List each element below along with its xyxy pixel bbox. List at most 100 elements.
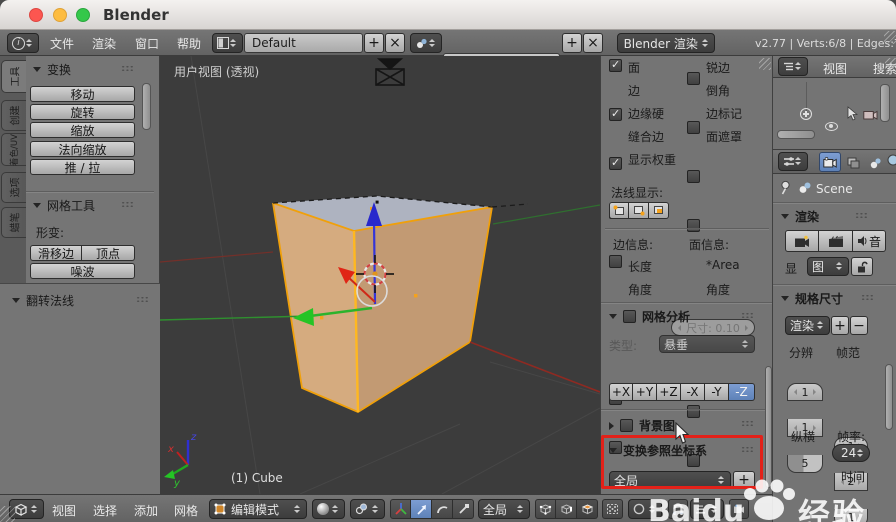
outliner-menu-view[interactable]: 视图	[823, 60, 847, 77]
window-resize-grip[interactable]	[0, 506, 15, 522]
noise-button[interactable]: 噪波	[30, 263, 135, 279]
render-engine-dropdown[interactable]: Blender 渲染	[617, 33, 715, 53]
viewport-3d[interactable]: z x y 用户视图 (透视) (1) Cube	[159, 55, 601, 495]
scale-button[interactable]: 缩放	[30, 122, 135, 138]
properties-scrollbar[interactable]	[885, 364, 893, 430]
tab-render-properties[interactable]	[819, 152, 841, 172]
manipulator-rotate-button[interactable]	[432, 499, 453, 519]
render-still-button[interactable]	[785, 230, 819, 252]
axis-plus-x-button[interactable]: +X	[609, 383, 633, 401]
expand-item-icon[interactable]	[800, 108, 812, 120]
outliner-h-scrollbar[interactable]	[777, 130, 815, 139]
remove-preset-button[interactable]: −	[850, 316, 868, 335]
tab-create[interactable]: 创建	[1, 100, 26, 131]
menu-file[interactable]: 文件	[50, 35, 74, 52]
creases-checkbox[interactable]	[609, 156, 622, 170]
pin-icon[interactable]	[779, 180, 792, 195]
orientation-dropdown[interactable]: 全局	[609, 471, 731, 489]
cube-mesh[interactable]	[272, 195, 529, 414]
add-preset-button[interactable]	[831, 316, 849, 335]
axis-minus-y-button[interactable]: -Y	[705, 383, 729, 401]
close-window-button[interactable]	[29, 8, 43, 22]
add-layout-button[interactable]	[364, 33, 384, 53]
face-select-mode-button[interactable]	[577, 499, 598, 519]
edges-checkbox[interactable]	[609, 107, 622, 121]
selectability-cursor-icon[interactable]	[846, 106, 858, 121]
render-panel-header[interactable]: 渲染	[781, 208, 819, 225]
transform-orientation-panel-header[interactable]: 变换参照坐标系	[609, 442, 707, 459]
minimize-window-button[interactable]	[53, 8, 67, 22]
edge-select-mode-button[interactable]	[556, 499, 577, 519]
tab-tools[interactable]: 工具	[1, 60, 26, 93]
tab-grease-pencil[interactable]: 蜡笔	[1, 207, 26, 238]
editor-type-info-dropdown[interactable]	[7, 33, 39, 53]
mesh-analysis-checkbox[interactable]	[623, 310, 636, 323]
render-opengl-button[interactable]	[729, 499, 749, 519]
flip-normals-panel-header[interactable]: 翻转法线	[12, 292, 74, 309]
panel-drag-dots-icon[interactable]	[741, 446, 754, 453]
camera-object[interactable]	[375, 58, 405, 86]
manipulator-scale-button[interactable]	[453, 499, 474, 519]
outliner-v-scrollbar[interactable]	[880, 84, 890, 122]
delete-layout-button[interactable]	[385, 33, 405, 53]
render-preset-dropdown[interactable]: 渲染	[785, 316, 830, 335]
vertex-normals-toggle[interactable]	[609, 202, 629, 219]
panel-drag-dots-icon[interactable]	[121, 65, 134, 72]
axis-minus-z-button[interactable]: -Z	[729, 383, 755, 401]
rotate-button[interactable]: 旋转	[30, 104, 135, 120]
fps-dropdown[interactable]: 24	[832, 444, 870, 462]
face-normals-toggle[interactable]	[649, 202, 669, 219]
loop-normals-toggle[interactable]	[629, 202, 649, 219]
screen-layout-name-field[interactable]: Default	[244, 33, 363, 53]
frame-step-field[interactable]: 1	[834, 509, 868, 522]
axis-minus-x-button[interactable]: -X	[681, 383, 705, 401]
tab-scene-properties[interactable]	[865, 154, 885, 171]
panel-drag-dots-icon[interactable]	[121, 201, 134, 208]
corner-grip[interactable]	[884, 31, 896, 44]
render-audio-button[interactable]: 音	[853, 230, 886, 252]
background-images-panel-header[interactable]: 背景图	[609, 417, 675, 434]
add-orientation-button[interactable]	[733, 471, 755, 489]
viewport-canvas[interactable]: z x y	[159, 55, 601, 495]
tab-options[interactable]: 选项	[1, 172, 26, 203]
resolution-percent-slider[interactable]: 5	[787, 455, 823, 473]
interaction-mode-dropdown[interactable]: 编辑模式	[209, 499, 307, 519]
lock-interface-button[interactable]	[851, 257, 873, 276]
mesh-menu[interactable]: 网格	[174, 502, 198, 519]
render-display-dropdown[interactable]: 图	[807, 257, 849, 276]
axis-plus-y-button[interactable]: +Y	[633, 383, 657, 401]
delete-scene-button[interactable]	[583, 33, 603, 53]
panel-drag-dots-icon[interactable]	[741, 312, 754, 319]
region-corner-grip[interactable]	[885, 58, 896, 69]
sharp-checkbox[interactable]	[687, 72, 700, 85]
shrink-fatten-button[interactable]: 法向缩放	[30, 141, 135, 157]
scene-dropdown[interactable]	[410, 33, 442, 53]
panel-drag-dots-icon[interactable]	[861, 294, 874, 301]
add-scene-button[interactable]	[562, 33, 582, 53]
region-corner-grip[interactable]	[759, 58, 771, 70]
limit-selection-visible-button[interactable]	[602, 499, 623, 519]
bevel-checkbox[interactable]	[687, 121, 700, 134]
viewport-shading-dropdown[interactable]	[312, 499, 345, 519]
properties-editor-dropdown[interactable]	[778, 152, 808, 171]
manipulator-translate-button[interactable]	[411, 499, 432, 519]
renderability-camera-icon[interactable]	[863, 109, 878, 120]
manipulator-toggle-button[interactable]	[390, 499, 411, 519]
dimensions-panel-header[interactable]: 规格尺寸	[781, 290, 843, 307]
visibility-eye-icon[interactable]	[825, 122, 838, 131]
translate-button[interactable]: 移动	[30, 86, 135, 102]
push-pull-button[interactable]: 推 / 拉	[30, 159, 135, 175]
snap-element-dropdown[interactable]	[690, 499, 724, 519]
analysis-type-dropdown[interactable]: 悬垂	[659, 335, 755, 353]
edge-marks-checkbox[interactable]	[687, 170, 700, 183]
render-animation-button[interactable]	[819, 230, 853, 252]
menu-help[interactable]: 帮助	[177, 35, 201, 52]
resolution-x-field[interactable]: 1	[787, 383, 823, 401]
vertex-slide-button[interactable]: 顶点	[82, 245, 135, 261]
background-images-checkbox[interactable]	[620, 419, 633, 432]
maximize-window-button[interactable]	[76, 8, 90, 22]
pivot-point-dropdown[interactable]	[350, 499, 385, 519]
panel-drag-dots-icon[interactable]	[741, 420, 754, 427]
outliner-editor-dropdown[interactable]	[778, 57, 808, 76]
proportional-edit-dropdown[interactable]	[628, 499, 662, 519]
